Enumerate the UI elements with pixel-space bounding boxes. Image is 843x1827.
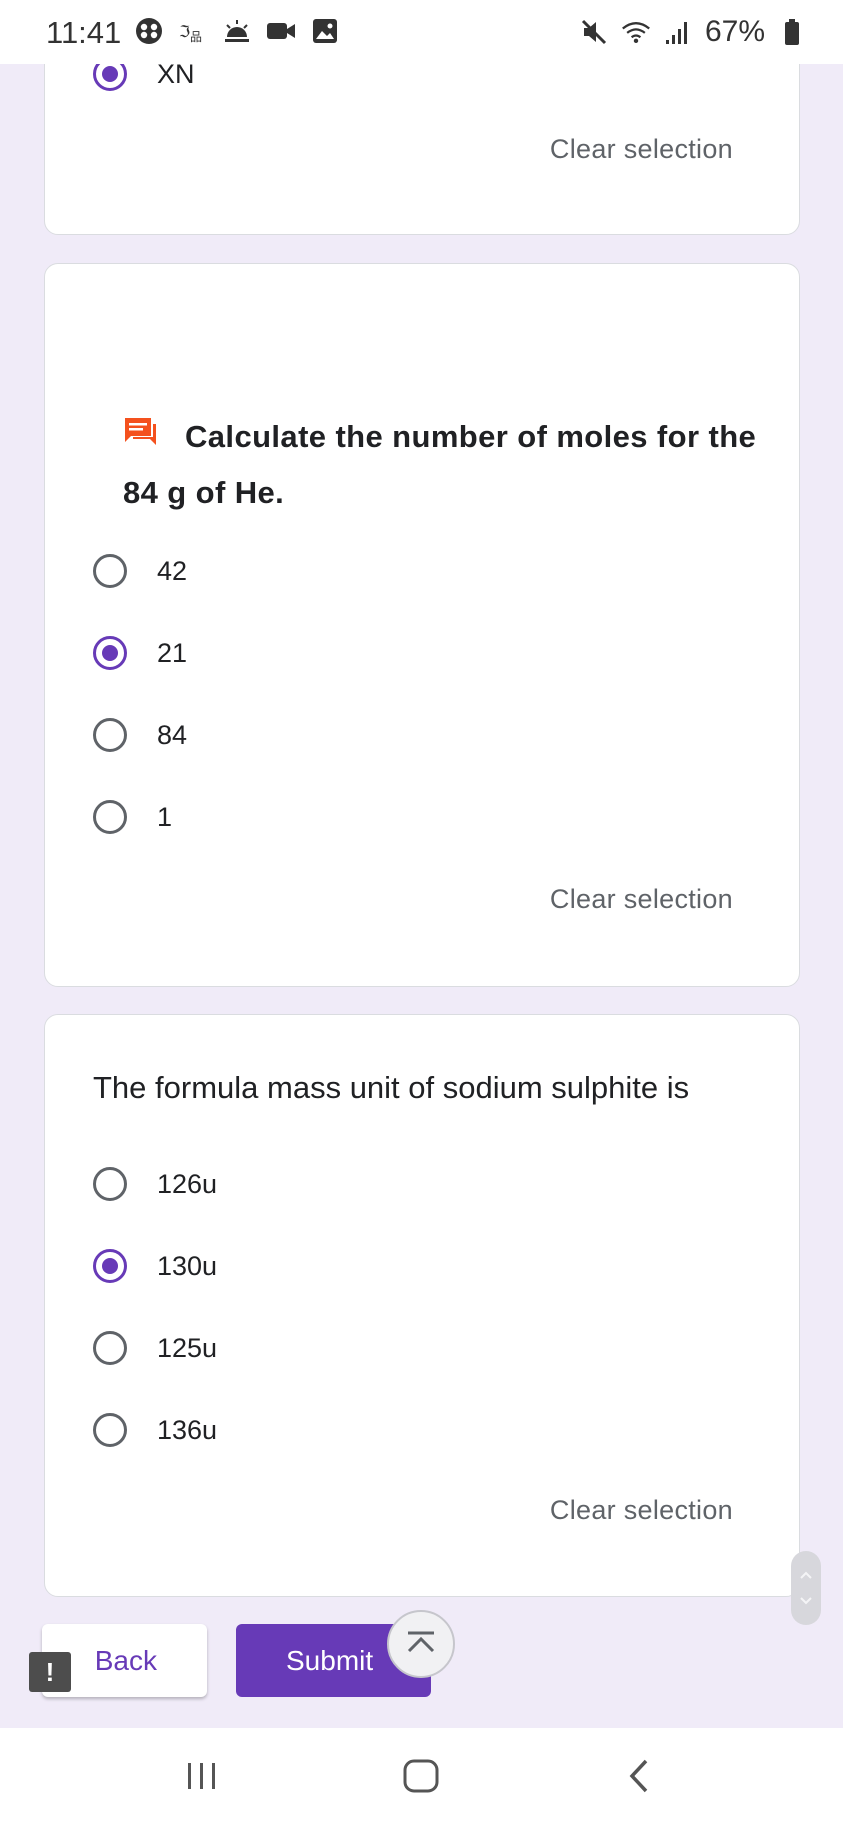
radio-button[interactable] — [93, 554, 127, 588]
back-button-label: Back — [94, 1644, 157, 1676]
option-label: 42 — [157, 555, 188, 586]
option-label: 136u — [157, 1414, 218, 1445]
option-84[interactable]: 84 — [93, 718, 187, 752]
battery-icon — [777, 17, 807, 47]
home-button[interactable] — [399, 1756, 443, 1800]
report-feedback-icon[interactable]: ! — [29, 1652, 71, 1692]
palette-icon — [134, 16, 164, 46]
question-card-moles: Calculate the number of moles for the 84… — [44, 263, 800, 987]
system-navigation-bar — [0, 1728, 843, 1827]
wifi-icon — [621, 17, 651, 47]
scroll-to-top-button[interactable] — [387, 1610, 455, 1678]
clear-selection-button[interactable]: Clear selection — [550, 134, 733, 165]
feedback-chat-icon — [123, 408, 157, 464]
option-136u[interactable]: 136u — [93, 1413, 217, 1447]
recents-icon — [185, 1761, 219, 1796]
option-126u[interactable]: 126u — [93, 1167, 217, 1201]
radio-button-checked[interactable] — [93, 636, 127, 670]
radio-button[interactable] — [93, 1167, 127, 1201]
option-label: 130u — [157, 1250, 218, 1281]
option-label: 1 — [157, 801, 173, 832]
submit-button-label: Submit — [286, 1644, 374, 1676]
question-text: Calculate the number of moles for the 84… — [123, 419, 757, 510]
question-title: Calculate the number of moles for the 84… — [123, 409, 763, 521]
question-text: The formula mass unit of sodium sulphite… — [93, 1070, 690, 1105]
radio-button[interactable] — [93, 1413, 127, 1447]
battery-percent: 67% — [704, 15, 765, 48]
status-time: 11:41 — [46, 15, 122, 50]
radio-button[interactable] — [93, 718, 127, 752]
signal-icon — [663, 17, 693, 47]
scroll-top-icon — [404, 1629, 438, 1660]
option-1[interactable]: 1 — [93, 800, 172, 834]
weather-icon — [222, 16, 252, 46]
translate-icon: ℑ品 — [178, 16, 208, 46]
svg-text:ℑ: ℑ — [179, 22, 190, 41]
back-navigation-button[interactable] — [618, 1756, 662, 1800]
clear-selection-button[interactable]: Clear selection — [550, 1495, 733, 1526]
radio-button[interactable] — [93, 1331, 127, 1365]
option-125u[interactable]: 125u — [93, 1331, 217, 1365]
option-130u[interactable]: 130u — [93, 1249, 217, 1283]
question-card-sodium-sulphite: The formula mass unit of sodium sulphite… — [44, 1014, 800, 1597]
option-label: 125u — [157, 1332, 218, 1363]
scrollbar-handle[interactable] — [791, 1551, 821, 1625]
mute-icon — [579, 17, 609, 47]
image-icon — [310, 16, 340, 46]
radio-button[interactable] — [93, 800, 127, 834]
back-arrow-icon — [626, 1758, 654, 1799]
option-label: 126u — [157, 1168, 218, 1199]
video-icon — [266, 16, 296, 46]
home-icon — [402, 1758, 440, 1799]
recent-apps-button[interactable] — [180, 1756, 224, 1800]
option-21[interactable]: 21 — [93, 636, 187, 670]
option-label: 21 — [157, 637, 188, 668]
svg-text:品: 品 — [190, 30, 202, 44]
status-bar: 11:41 ℑ品 67% — [0, 0, 843, 64]
option-label: 84 — [157, 719, 188, 750]
clear-selection-button[interactable]: Clear selection — [550, 884, 733, 915]
radio-button-checked[interactable] — [93, 1249, 127, 1283]
option-42[interactable]: 42 — [93, 554, 187, 588]
